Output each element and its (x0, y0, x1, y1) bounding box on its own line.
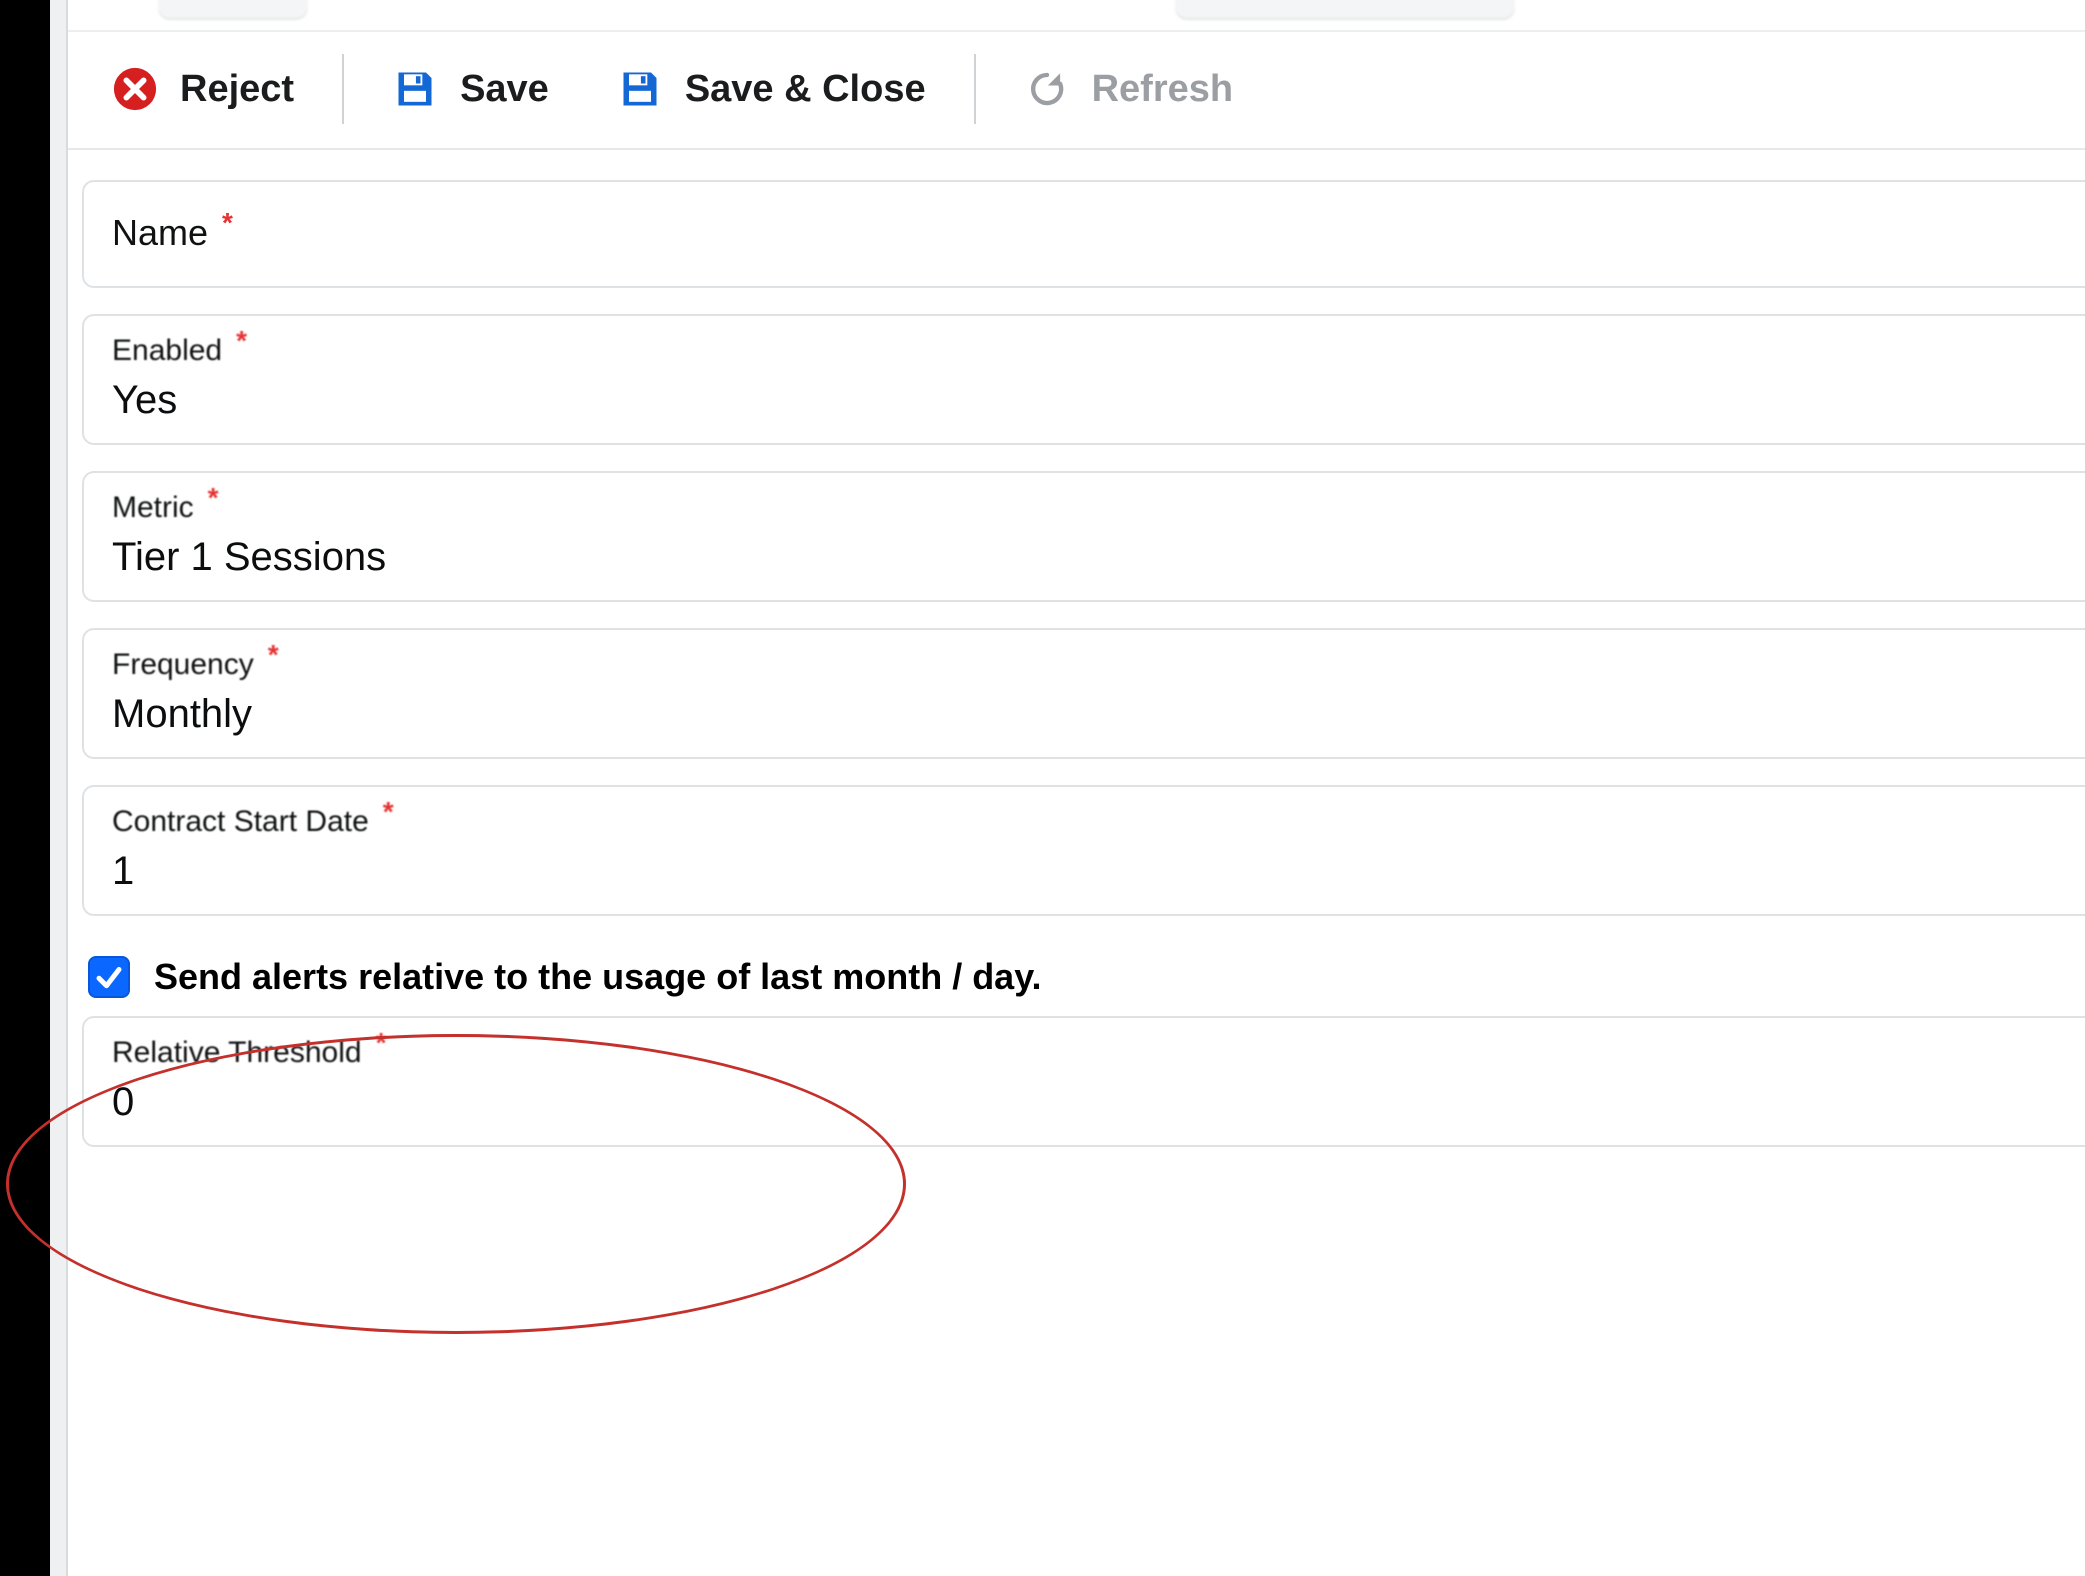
required-marker: * (376, 1027, 387, 1059)
required-marker: * (208, 482, 219, 514)
relative-threshold-value: 0 (112, 1070, 2057, 1125)
contract-start-field[interactable]: Contract Start Date * 1 (82, 785, 2085, 916)
top-header-hint (68, 0, 2085, 32)
form: Name * Enabled * Yes Metric * Tier 1 Ses… (68, 150, 2085, 1147)
reject-button[interactable]: Reject (98, 60, 308, 118)
name-label: Name (112, 212, 208, 254)
metric-field[interactable]: Metric * Tier 1 Sessions (82, 471, 2085, 602)
relative-alerts-row: Send alerts relative to the usage of las… (68, 942, 2085, 1016)
save-close-icon (617, 66, 663, 112)
save-close-button[interactable]: Save & Close (603, 60, 940, 118)
refresh-button[interactable]: Refresh (1010, 60, 1248, 118)
relative-alerts-label: Send alerts relative to the usage of las… (154, 956, 1042, 998)
save-icon (392, 66, 438, 112)
save-button[interactable]: Save (378, 60, 563, 118)
left-gutter (50, 0, 68, 1576)
required-marker: * (268, 639, 279, 671)
relative-alerts-checkbox[interactable] (88, 956, 130, 998)
required-marker: * (383, 796, 394, 828)
toolbar: Reject Save (68, 32, 2085, 150)
contract-start-value: 1 (112, 839, 2057, 894)
enabled-field[interactable]: Enabled * Yes (82, 314, 2085, 445)
reject-icon (112, 66, 158, 112)
required-marker: * (236, 325, 247, 357)
frequency-field[interactable]: Frequency * Monthly (82, 628, 2085, 759)
toolbar-separator-2 (974, 54, 976, 124)
refresh-label: Refresh (1092, 68, 1234, 111)
save-close-label: Save & Close (685, 68, 926, 111)
frequency-label: Frequency (112, 648, 254, 682)
relative-threshold-label: Relative Threshold (112, 1036, 362, 1070)
save-label: Save (460, 68, 549, 111)
enabled-label: Enabled (112, 334, 222, 368)
contract-start-label: Contract Start Date (112, 805, 369, 839)
refresh-icon (1024, 66, 1070, 112)
name-field[interactable]: Name * (82, 180, 2085, 288)
metric-value: Tier 1 Sessions (112, 525, 2057, 580)
required-marker: * (222, 207, 233, 239)
toolbar-separator (342, 54, 344, 124)
relative-threshold-field[interactable]: Relative Threshold * 0 (82, 1016, 2085, 1147)
frequency-value: Monthly (112, 682, 2057, 737)
metric-label: Metric (112, 491, 194, 525)
reject-label: Reject (180, 68, 294, 111)
enabled-value: Yes (112, 368, 2057, 423)
